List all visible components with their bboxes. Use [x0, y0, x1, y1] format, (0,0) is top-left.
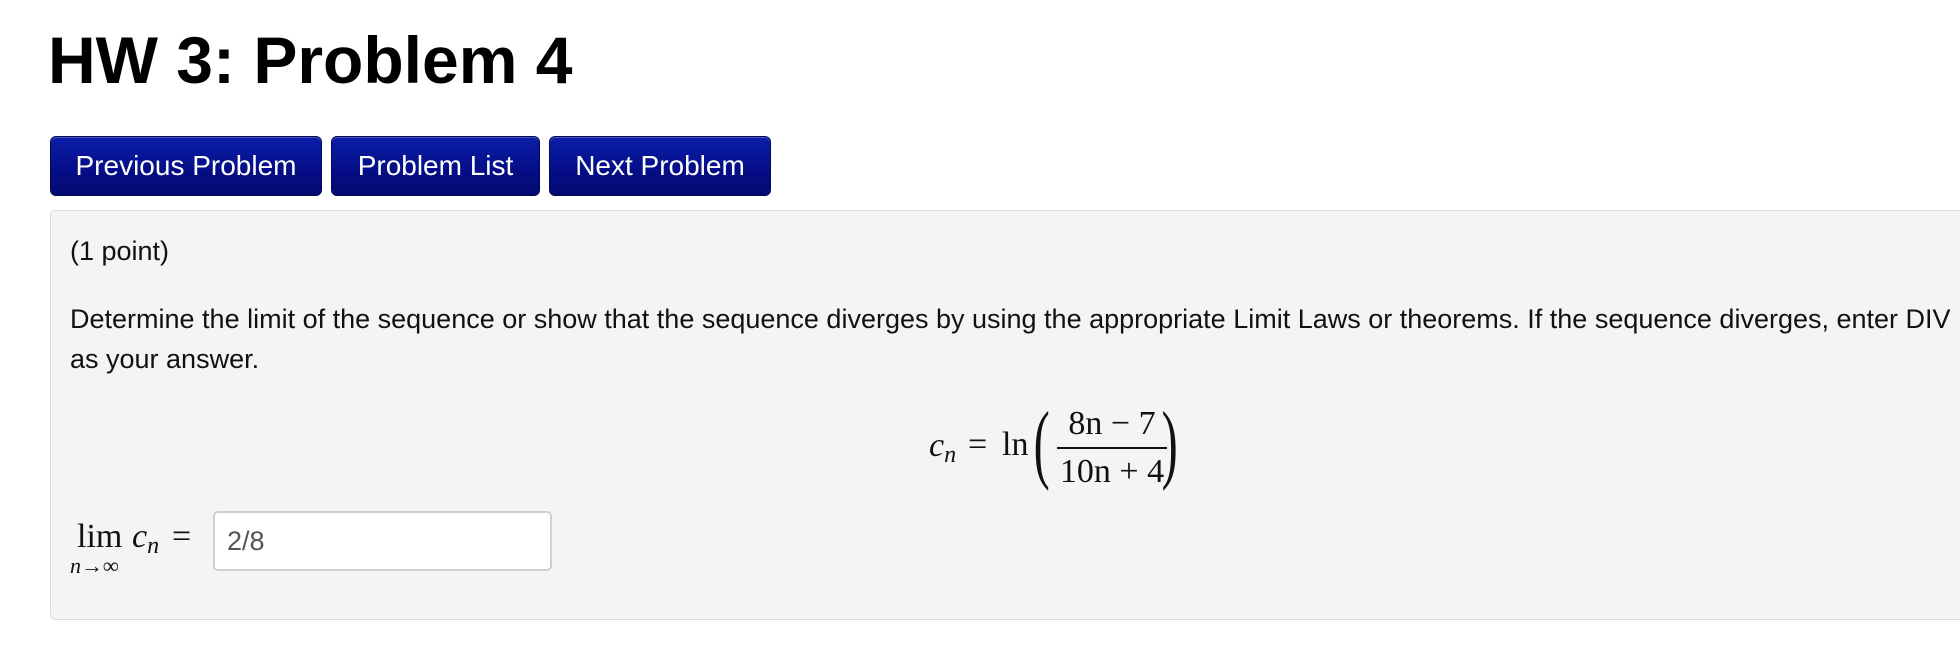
limit-expression: lim n→∞ cn =	[70, 511, 200, 591]
problem-navigation: Previous Problem Problem List Next Probl…	[50, 136, 771, 196]
left-paren: (	[1033, 395, 1050, 492]
previous-problem-button[interactable]: Previous Problem	[50, 136, 322, 196]
limit-word: lim	[77, 518, 123, 555]
equation-fraction: 8n − 7 10n + 4	[1057, 403, 1167, 493]
answer-input[interactable]	[213, 511, 552, 571]
equation-var: c	[929, 427, 945, 464]
equation-lhs: cn	[929, 427, 956, 469]
limit-subscript: n→∞	[70, 553, 119, 578]
right-paren: )	[1161, 395, 1178, 492]
limit-equals: =	[172, 518, 192, 555]
page-title: HW 3: Problem 4	[48, 23, 573, 97]
answer-row: lim n→∞ cn =	[70, 511, 670, 591]
sequence-equation: cn = ln ( 8n − 7 10n + 4 )	[877, 399, 1197, 493]
equation-equals: =	[968, 426, 988, 463]
fraction-denominator: 10n + 4	[1059, 453, 1165, 490]
equation-var-subscript: n	[944, 442, 957, 468]
fraction-numerator: 8n − 7	[1068, 405, 1156, 442]
equation-function: ln	[1002, 426, 1029, 463]
limit-var-subscript: n	[147, 533, 160, 559]
limit-var-letter: c	[132, 518, 148, 555]
problem-list-button[interactable]: Problem List	[331, 136, 540, 196]
limit-variable: cn	[132, 517, 159, 566]
problem-panel: (1 point) Determine the limit of the seq…	[50, 210, 1960, 620]
next-problem-button[interactable]: Next Problem	[549, 136, 771, 196]
fraction-bar	[1057, 447, 1167, 449]
problem-points: (1 point)	[70, 236, 170, 266]
problem-statement: Determine the limit of the sequence or s…	[70, 304, 1951, 374]
